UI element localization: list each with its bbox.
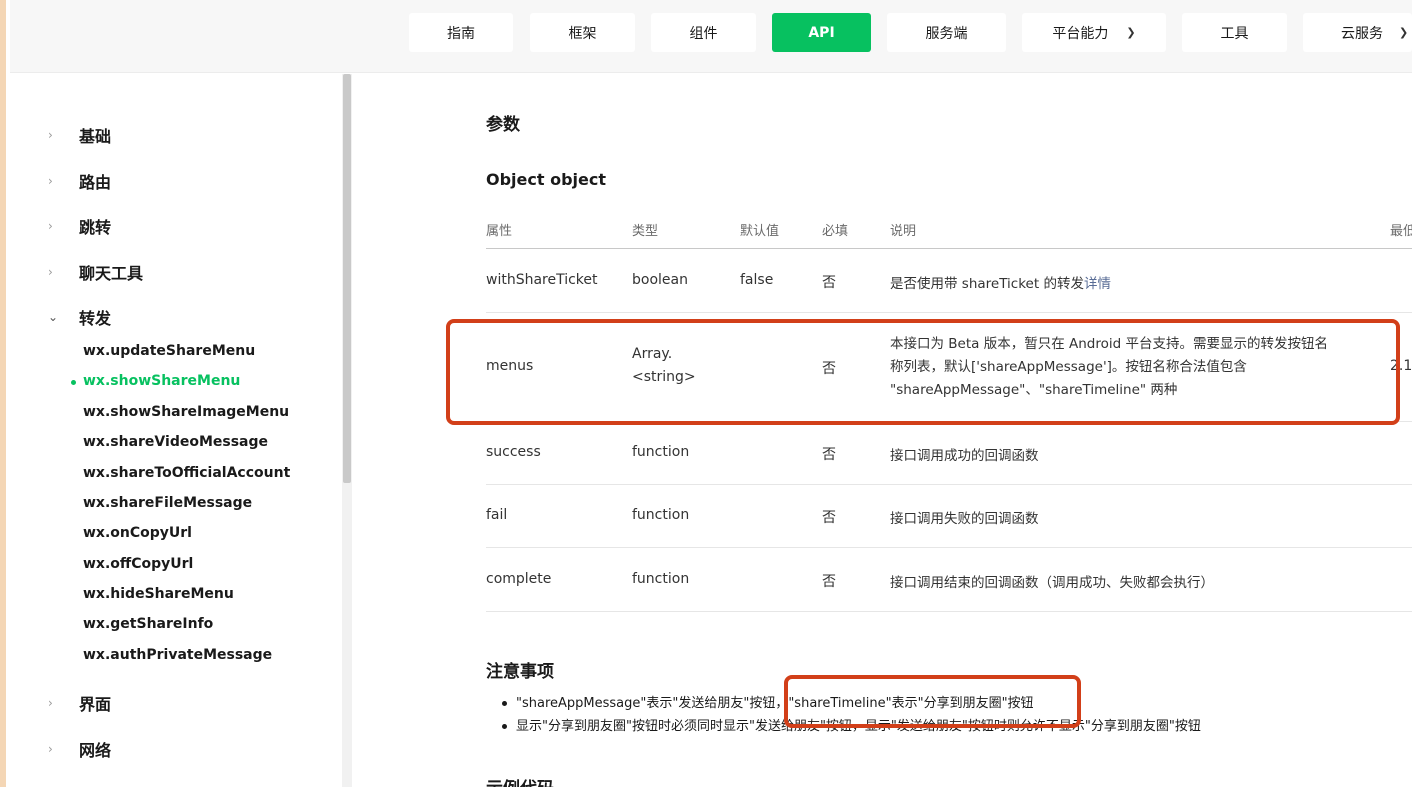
nav-tab-cloud[interactable]: 云服务 ❯	[1303, 13, 1412, 52]
nav-tab-api[interactable]: API	[772, 13, 871, 52]
table-row-complete-desc: 接口调用结束的回调函数（调用成功、失败都会执行）	[890, 575, 1214, 591]
active-dot	[71, 380, 76, 385]
nav-tab-tools[interactable]: 工具	[1182, 13, 1287, 52]
nav-tab-framework[interactable]: 框架	[530, 13, 635, 52]
sidebar-item-getShareInfo[interactable]: wx.getShareInfo	[83, 616, 213, 632]
sidebar-group-navigate[interactable]: › 跳转	[48, 214, 111, 238]
params-heading: 参数	[486, 115, 520, 135]
top-nav: 指南 框架 组件 API 服务端 平台能力 ❯ 工具 云服务 ❯	[10, 0, 1412, 73]
table-header-type: 类型	[632, 224, 659, 239]
table-row-fail-name: fail	[486, 507, 508, 523]
table-header-desc: 说明	[890, 224, 917, 239]
sidebar-scrollbar-thumb[interactable]	[343, 74, 351, 483]
table-row-success-name: success	[486, 444, 541, 460]
table-row-fail-type: function	[632, 507, 690, 523]
table-row-fail-desc: 接口调用失败的回调函数	[890, 511, 1039, 527]
sidebar-item-onCopyUrl[interactable]: wx.onCopyUrl	[83, 525, 192, 541]
chevron-down-icon: ❯	[1126, 26, 1136, 39]
table-row-withShareTicket-type: boolean	[632, 272, 688, 288]
nav-tab-guide[interactable]: 指南	[409, 13, 513, 52]
row-divider	[486, 312, 1412, 313]
row-divider	[486, 611, 1412, 612]
sidebar-group-ui[interactable]: › 界面	[48, 691, 111, 715]
sidebar-item-showShareImageMenu[interactable]: wx.showShareImageMenu	[83, 404, 289, 420]
table-row-fail-required: 否	[822, 510, 836, 526]
chevron-right-icon: ›	[48, 174, 53, 188]
table-row-withShareTicket-default: false	[740, 272, 774, 288]
chevron-right-icon: ›	[48, 128, 53, 142]
table-row-success-required: 否	[822, 447, 836, 463]
table-row-success-desc: 接口调用成功的回调函数	[890, 448, 1039, 464]
sidebar-item-offCopyUrl[interactable]: wx.offCopyUrl	[83, 556, 193, 572]
table-header-required: 必填	[822, 224, 849, 239]
sidebar-item-shareVideoMessage[interactable]: wx.shareVideoMessage	[83, 434, 268, 450]
row-divider	[486, 547, 1412, 548]
table-header-name: 属性	[486, 224, 513, 239]
sidebar-item-authPrivateMessage[interactable]: wx.authPrivateMessage	[83, 647, 272, 663]
table-row-complete-required: 否	[822, 574, 836, 590]
table-header-divider	[486, 248, 1412, 249]
chevron-right-icon: ›	[48, 219, 53, 233]
sidebar-group-basic[interactable]: › 基础	[48, 123, 111, 147]
sidebar-item-shareToOfficialAccount[interactable]: wx.shareToOfficialAccount	[83, 465, 290, 481]
row-divider	[486, 484, 1412, 485]
chevron-down-icon: ⌄	[48, 310, 59, 324]
table-row-withShareTicket-name: withShareTicket	[486, 272, 598, 288]
sidebar-item-showShareMenu[interactable]: wx.showShareMenu	[83, 373, 240, 389]
sidebar: › 基础 › 路由 › 跳转 › 聊天工具 ⌄ 转发 wx.updateShareMenu…	[10, 74, 342, 787]
chevron-right-icon: ›	[48, 265, 53, 279]
table-row-complete-name: complete	[486, 571, 552, 587]
sidebar-group-network[interactable]: › 网络	[48, 737, 111, 761]
sidebar-group-share[interactable]: ⌄ 转发	[48, 305, 111, 329]
table-row-withShareTicket-required: 否	[822, 275, 836, 291]
object-heading: Object object	[486, 170, 607, 189]
nav-tab-server[interactable]: 服务端	[887, 13, 1006, 52]
nav-tab-components[interactable]: 组件	[651, 13, 756, 52]
chevron-right-icon: ›	[48, 696, 53, 710]
chevron-right-icon: ›	[48, 742, 53, 756]
table-row-success-type: function	[632, 444, 690, 460]
highlight-box-menus-row	[446, 319, 1400, 425]
notes-heading: 注意事项	[486, 662, 554, 682]
highlight-box-sharetimeline-note	[784, 675, 1081, 728]
table-header-min-version: 最低	[1390, 224, 1412, 239]
chevron-down-icon: ❯	[1399, 26, 1409, 39]
sidebar-item-hideShareMenu[interactable]: wx.hideShareMenu	[83, 586, 234, 602]
example-code-heading: 示例代码	[486, 774, 554, 787]
window-frame-edge	[0, 0, 10, 787]
sidebar-group-chat-tools[interactable]: › 聊天工具	[48, 260, 143, 284]
nav-tab-platform[interactable]: 平台能力 ❯	[1022, 13, 1166, 52]
table-header-default: 默认值	[740, 224, 780, 239]
details-link[interactable]: 详情	[1084, 276, 1111, 292]
sidebar-group-route[interactable]: › 路由	[48, 169, 111, 193]
table-row-complete-type: function	[632, 571, 690, 587]
sidebar-item-shareFileMessage[interactable]: wx.shareFileMessage	[83, 495, 252, 511]
sidebar-item-updateShareMenu[interactable]: wx.updateShareMenu	[83, 343, 255, 359]
table-row-withShareTicket-desc: 是否使用带 shareTicket 的转发详情	[890, 276, 1111, 292]
